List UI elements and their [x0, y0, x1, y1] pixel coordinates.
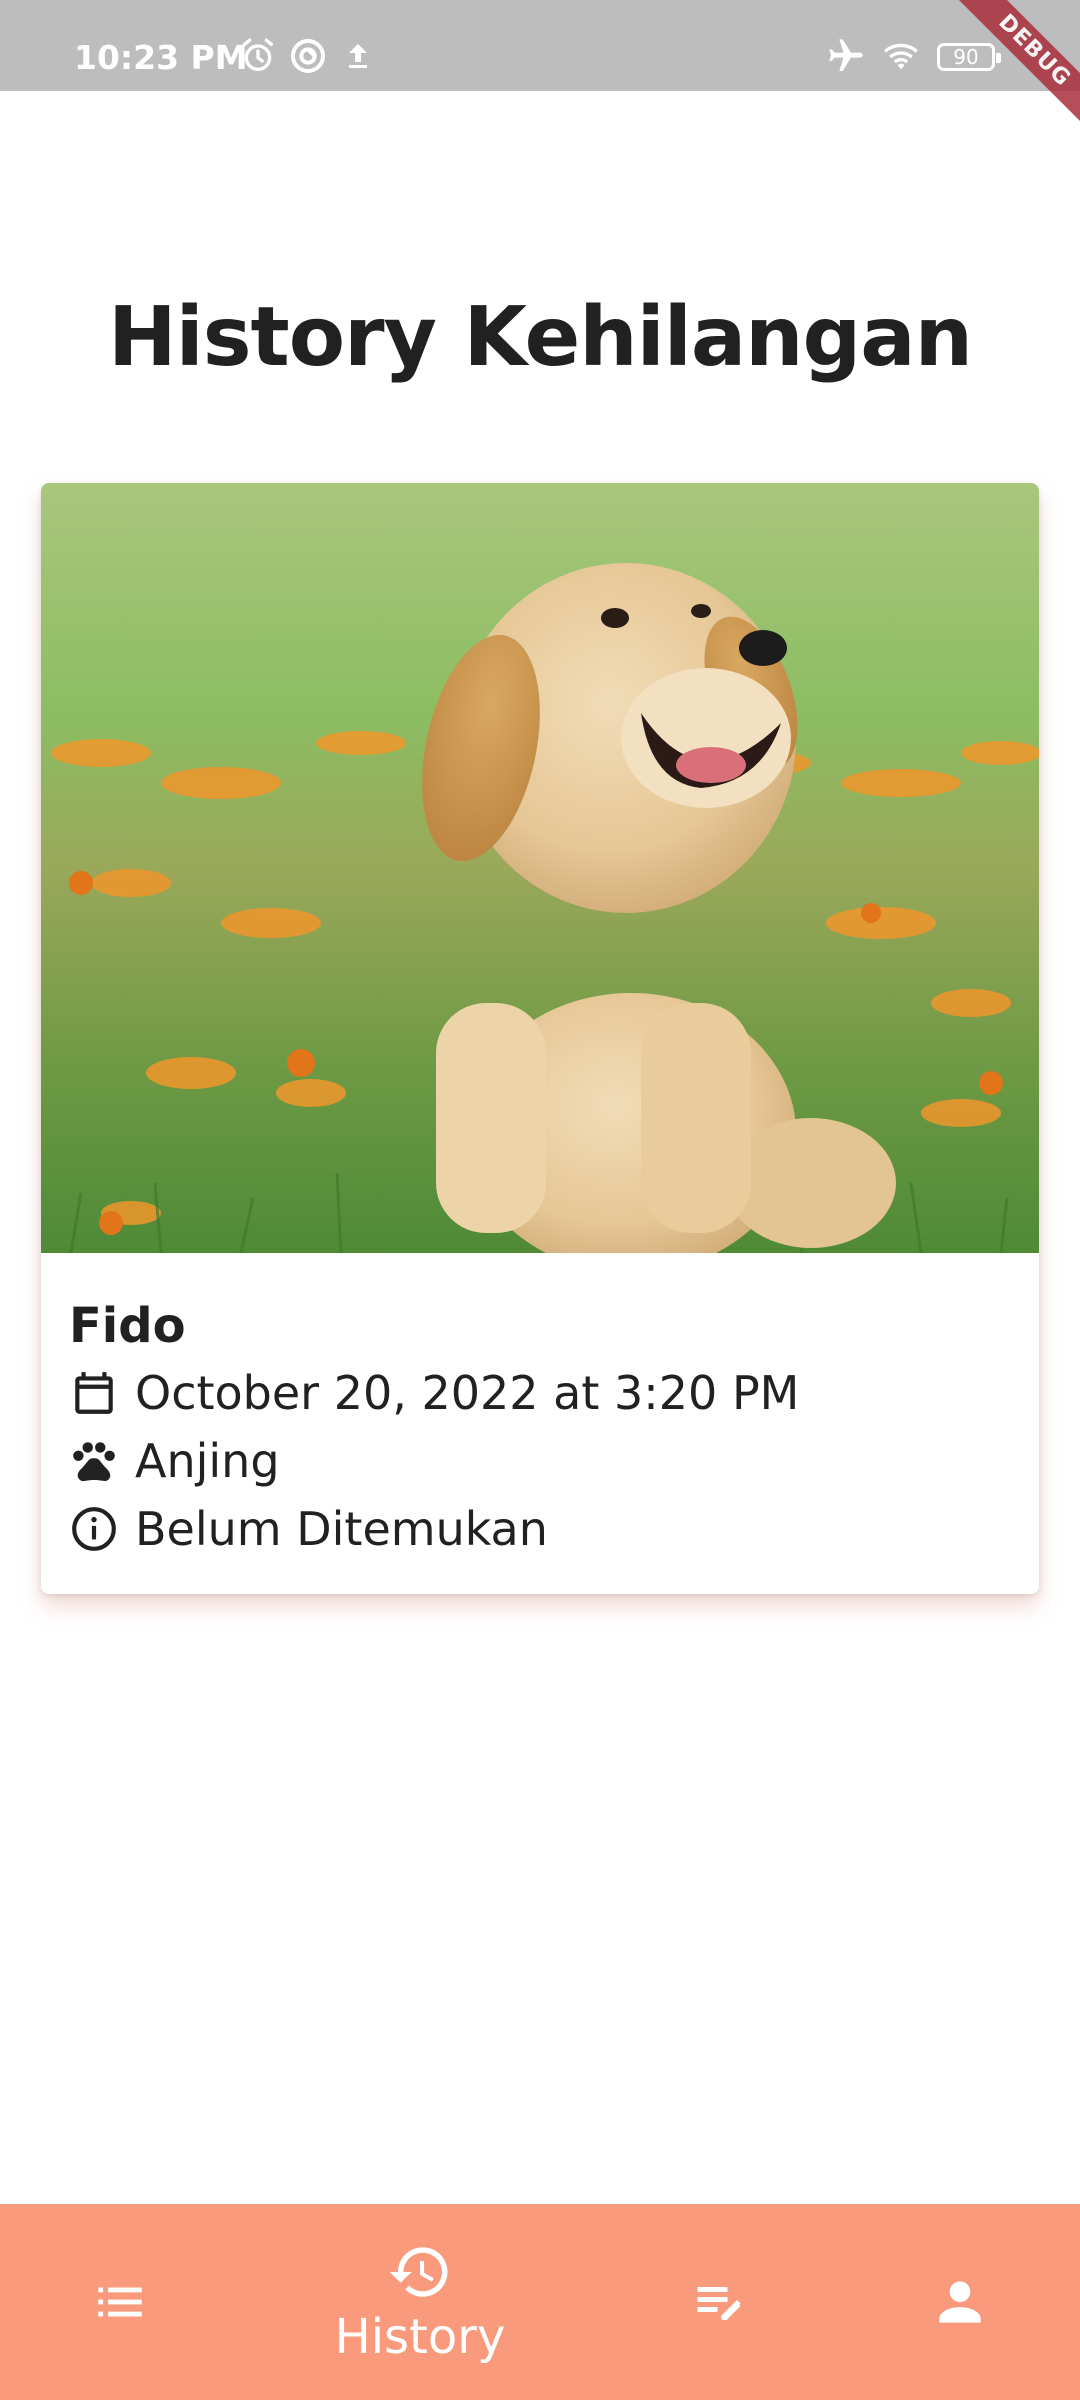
status-time: 10:23 PM — [74, 38, 248, 77]
edit-note-icon — [697, 2287, 741, 2320]
paw-icon — [73, 1442, 115, 1482]
nav-item-list[interactable] — [60, 2204, 180, 2400]
status-row: Belum Ditemukan — [69, 1495, 1009, 1563]
species-text: Anjing — [135, 1434, 280, 1488]
bottom-navigation: History — [0, 2204, 1080, 2400]
history-card[interactable]: Fido October 20, 2022 at 3:20 PM Anjing — [41, 483, 1039, 1594]
person-icon — [939, 2281, 981, 2323]
history-icon — [389, 2247, 448, 2297]
pet-name: Fido — [69, 1298, 186, 1354]
datetime-text: October 20, 2022 at 3:20 PM — [135, 1366, 800, 1420]
pet-photo — [41, 483, 1039, 1253]
status-bar: 10:23 PM 90 — [0, 0, 1080, 91]
nav-label-history: History — [334, 2309, 506, 2365]
battery-indicator: 90 — [937, 43, 1001, 71]
airplane-mode-icon — [829, 39, 863, 71]
card-body: Fido October 20, 2022 at 3:20 PM Anjing — [69, 1293, 1009, 1563]
nav-item-profile[interactable] — [900, 2204, 1020, 2400]
list-icon — [98, 2287, 142, 2317]
status-text: Belum Ditemukan — [135, 1502, 548, 1556]
sync-circle-icon — [291, 39, 325, 73]
datetime-row: October 20, 2022 at 3:20 PM — [69, 1359, 1009, 1427]
nav-item-history[interactable]: History — [300, 2204, 540, 2400]
calendar-icon — [75, 1372, 113, 1414]
species-row: Anjing — [69, 1427, 1009, 1495]
info-icon — [72, 1507, 116, 1551]
nav-item-edit[interactable] — [660, 2204, 780, 2400]
wifi-icon — [884, 43, 918, 70]
upload-icon — [349, 44, 367, 68]
page-title: History Kehilangan — [108, 290, 973, 385]
alarm-icon — [243, 38, 273, 71]
